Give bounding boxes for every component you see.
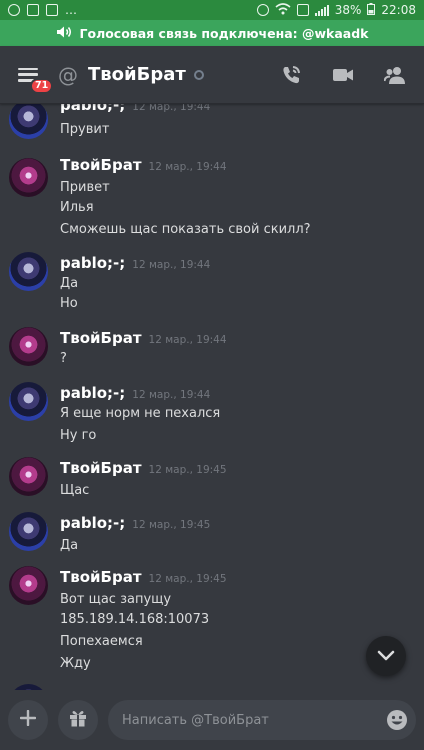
page-title: ТвойБрат	[88, 64, 186, 85]
status-bar-notification-icons: …	[8, 3, 77, 17]
message-text: Привет	[60, 180, 110, 195]
message-text: Вот щас запущу	[60, 592, 172, 607]
members-icon[interactable]	[384, 64, 406, 86]
unread-badge: 71	[30, 77, 54, 94]
message-text: Щас	[60, 483, 90, 498]
message-text: Ну го	[60, 428, 97, 443]
speaker-icon	[56, 25, 72, 42]
message-timestamp: 12 мар., 19:44	[132, 104, 211, 113]
message-text: Жду	[60, 656, 91, 671]
message-text: Я еще норм не пехался	[60, 406, 221, 421]
avatar[interactable]	[9, 382, 48, 421]
message-author[interactable]: ТвойБрат	[60, 459, 142, 477]
message-list[interactable]: pablo;-; 12 мар., 19:44 Прувит ТвойБрат …	[0, 104, 424, 690]
offline-status-icon	[193, 69, 204, 80]
message-author[interactable]: ТвойБрат	[60, 156, 142, 174]
message-timestamp: 12 мар., 19:45	[148, 464, 227, 476]
gift-icon	[68, 708, 88, 732]
message-timestamp: 12 мар., 19:45	[132, 519, 211, 531]
message-author[interactable]: pablo;-;	[60, 104, 125, 114]
jump-to-bottom-button[interactable]	[366, 636, 406, 676]
sync-icon	[256, 4, 269, 16]
notification-icon	[8, 4, 20, 16]
message-timestamp: 12 мар., 19:44	[148, 334, 227, 346]
avatar[interactable]	[9, 512, 48, 551]
avatar[interactable]	[9, 327, 48, 366]
at-icon: @	[58, 62, 78, 87]
menu-button[interactable]: 71	[0, 46, 56, 104]
message-author[interactable]: ТвойБрат	[60, 329, 142, 347]
message-text: Попехаемся	[60, 634, 143, 649]
avatar[interactable]	[9, 158, 48, 197]
emoji-icon[interactable]	[386, 709, 408, 731]
data-icon	[296, 4, 309, 16]
message-timestamp: 12 мар., 19:44	[148, 161, 227, 173]
message-timestamp: 12 мар., 19:44	[132, 259, 211, 271]
message-text: Илья	[60, 200, 94, 215]
message-timestamp: 12 мар., 19:45	[148, 573, 227, 585]
message-composer	[0, 690, 424, 750]
clock: 22:08	[381, 3, 416, 17]
call-icon[interactable]	[280, 64, 302, 86]
battery-level: 38%	[334, 3, 362, 17]
message-text: Да	[60, 276, 79, 291]
avatar[interactable]	[9, 104, 48, 139]
avatar[interactable]	[9, 566, 48, 605]
message-author[interactable]: pablo;-;	[60, 384, 125, 402]
avatar[interactable]	[9, 252, 48, 291]
more-icon: …	[65, 3, 77, 17]
message-text: 185.189.14.168:10073	[60, 612, 210, 627]
message-input-box[interactable]	[108, 700, 416, 740]
message-author[interactable]: ТвойБрат	[60, 568, 142, 586]
message-timestamp: 12 мар., 19:44	[132, 389, 211, 401]
message-author[interactable]: pablo;-;	[60, 514, 125, 532]
chevron-down-icon	[377, 647, 395, 666]
signal-icon	[314, 4, 329, 16]
gallery-icon	[46, 4, 58, 16]
message-text: Прувит	[60, 122, 110, 137]
message-text: Но	[60, 296, 78, 311]
voice-banner-text: Голосовая связь подключена: @wkaadk	[79, 25, 369, 41]
video-call-icon[interactable]	[332, 64, 354, 86]
message-input[interactable]	[122, 712, 386, 728]
message-author[interactable]: pablo;-;	[60, 254, 125, 272]
message-text: Сможешь щас показать свой скилл?	[60, 222, 311, 237]
attach-button[interactable]	[8, 700, 48, 740]
wifi-icon	[275, 2, 291, 18]
message-text: ?	[60, 351, 67, 366]
app-icon	[27, 4, 39, 16]
voice-connected-banner[interactable]: Голосовая связь подключена: @wkaadk	[0, 20, 424, 46]
avatar[interactable]	[9, 457, 48, 496]
plus-icon	[19, 709, 37, 730]
message-text: Да	[60, 538, 79, 553]
channel-header: 71 @ ТвойБрат	[0, 46, 424, 104]
battery-icon	[367, 2, 376, 18]
status-bar: … 38% 22:08	[0, 0, 424, 20]
gift-button[interactable]	[58, 700, 98, 740]
